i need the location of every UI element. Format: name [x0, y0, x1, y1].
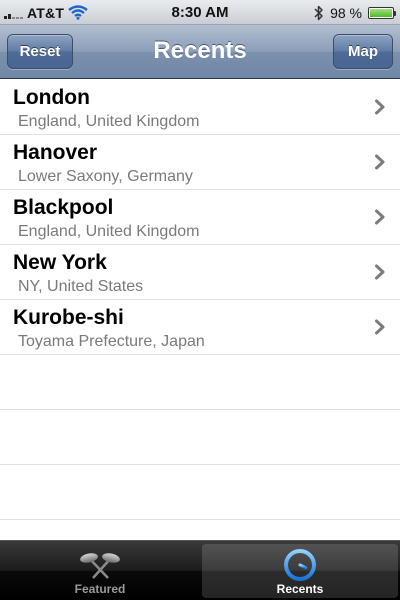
- status-bar: AT&T 8:30 AM 98 %: [0, 0, 400, 25]
- recents-list: London England, United Kingdom Hanover Lowe…: [0, 80, 400, 540]
- city-region: Lower Saxony, Germany: [18, 168, 193, 185]
- chevron-right-icon: [374, 319, 386, 335]
- chevron-right-icon: [374, 154, 386, 170]
- status-right: 98 %: [314, 4, 396, 21]
- featured-icon: [2, 548, 198, 582]
- chevron-right-icon: [374, 99, 386, 115]
- city-name: Kurobe-shi: [13, 306, 124, 329]
- city-name: Blackpool: [13, 196, 114, 219]
- list-item[interactable]: Blackpool England, United Kingdom: [0, 190, 400, 245]
- city-name: New York: [13, 251, 107, 274]
- battery-level-fill: [370, 8, 392, 17]
- city-region: England, United Kingdom: [18, 113, 200, 130]
- tab-recents[interactable]: Recents: [202, 544, 398, 598]
- list-item[interactable]: Kurobe-shi Toyama Prefecture, Japan: [0, 300, 400, 355]
- tab-featured[interactable]: Featured: [2, 544, 198, 598]
- bluetooth-icon: [314, 5, 324, 21]
- battery-percent: 98 %: [330, 4, 362, 21]
- empty-row: [0, 410, 400, 465]
- chevron-right-icon: [374, 209, 386, 225]
- navigation-bar: Reset Recents Map: [0, 25, 400, 79]
- city-region: Toyama Prefecture, Japan: [18, 333, 205, 350]
- list-item[interactable]: Hanover Lower Saxony, Germany: [0, 135, 400, 190]
- city-name: London: [13, 86, 90, 109]
- list-item[interactable]: New York NY, United States: [0, 245, 400, 300]
- tab-featured-label: Featured: [74, 582, 126, 596]
- map-button[interactable]: Map: [333, 34, 393, 69]
- tab-recents-label: Recents: [276, 582, 324, 596]
- empty-row: [0, 465, 400, 520]
- battery-icon: [368, 6, 396, 19]
- city-region: England, United Kingdom: [18, 223, 200, 240]
- empty-row: [0, 355, 400, 410]
- city-region: NY, United States: [18, 278, 144, 295]
- clock-icon: [202, 548, 398, 582]
- tab-bar: Featured Recents: [0, 540, 400, 600]
- city-name: Hanover: [13, 141, 98, 164]
- list-item[interactable]: London England, United Kingdom: [0, 80, 400, 135]
- chevron-right-icon: [374, 264, 386, 280]
